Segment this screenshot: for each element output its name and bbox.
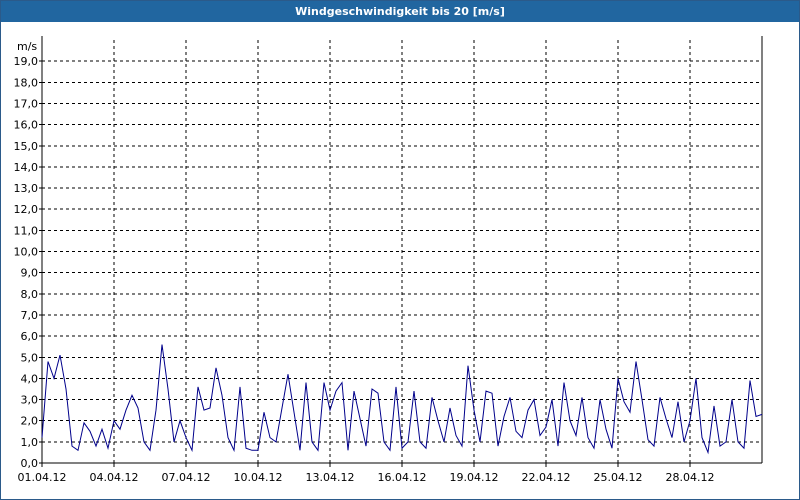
y-tick-label: 4,0 [21,372,39,385]
x-tick-label: 22.04.12 [522,471,571,484]
x-tick-labels: 01.04.12 04.04.12 07.04.12 10.04.12 13.04.12… [18,463,715,484]
wind-speed-chart: 0,0 1,0 2,0 3,0 4,0 5,0 6,0 7,0 8,0 9,0 10,0 11,0 12… [14,36,763,484]
y-tick-label: 5,0 [21,351,39,364]
y-tick-label: 9,0 [21,267,39,280]
x-tick-label: 07.04.12 [162,471,211,484]
y-tick-label: 7,0 [21,309,39,322]
y-tick-label: 3,0 [21,394,39,407]
y-tick-label: 1,0 [21,436,39,449]
y-tick-label: 0,0 [21,457,39,470]
y-tick-label: 13,0 [14,182,39,195]
chart-window: Windgeschwindigkeit bis 20 [m/s] 0,0 1,0 2… [0,0,800,500]
window-title: Windgeschwindigkeit bis 20 [m/s] [1,1,799,22]
y-tick-label: 19,0 [14,55,39,68]
x-tick-label: 19.04.12 [450,471,499,484]
y-tick-label: 11,0 [14,224,39,237]
x-tick-label: 04.04.12 [90,471,139,484]
grid [42,40,762,463]
y-axis-label: m/s [17,40,37,53]
y-tick-label: 10,0 [14,246,39,259]
y-tick-label: 14,0 [14,161,39,174]
y-tick-label: 2,0 [21,415,39,428]
y-tick-label: 18,0 [14,76,39,89]
x-tick-label: 25.04.12 [594,471,643,484]
y-tick-label: 6,0 [21,330,39,343]
y-tick-label: 12,0 [14,203,39,216]
y-tick-label: 17,0 [14,97,39,110]
y-tick-labels: 0,0 1,0 2,0 3,0 4,0 5,0 6,0 7,0 8,0 9,0 10,0 11,0 12… [14,55,42,470]
y-tick-label: 16,0 [14,119,39,132]
x-tick-label: 28.04.12 [666,471,715,484]
x-tick-label: 16.04.12 [378,471,427,484]
x-tick-label: 10.04.12 [234,471,283,484]
y-tick-label: 8,0 [21,288,39,301]
x-tick-label: 01.04.12 [18,471,67,484]
y-tick-label: 15,0 [14,140,39,153]
x-tick-label: 13.04.12 [306,471,355,484]
